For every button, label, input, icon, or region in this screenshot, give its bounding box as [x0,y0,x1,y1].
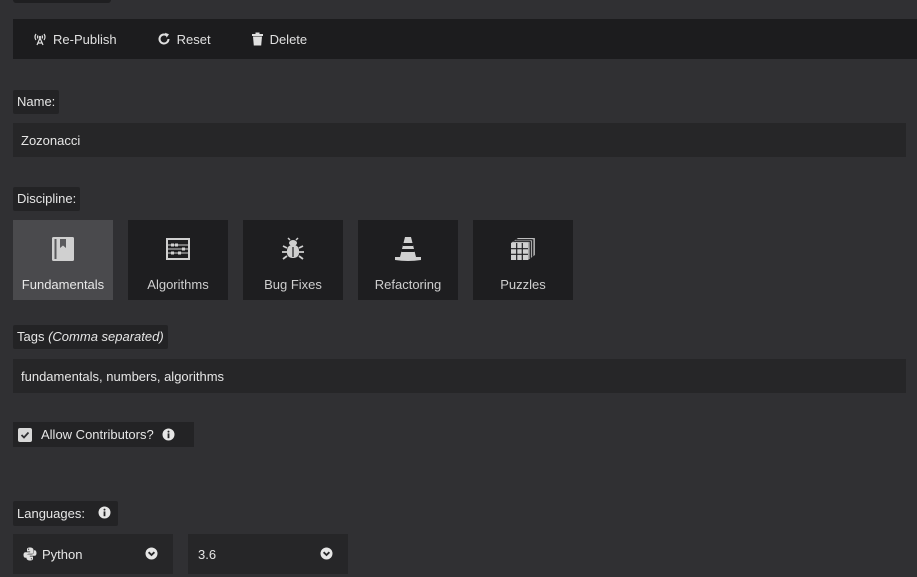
discipline-label-puzzles: Puzzles [500,277,546,292]
broadcast-icon [33,32,47,46]
traffic-cone-icon [394,235,422,263]
kata-editor: Re-Publish Reset Delete Name: Zozonacci … [0,0,917,577]
trash-icon [251,32,264,46]
check-icon [20,431,30,439]
discipline-fundamentals[interactable]: Fundamentals [13,220,113,300]
book-icon [51,235,75,263]
discipline-puzzles[interactable]: Puzzles [473,220,573,300]
discipline-label-refactoring: Refactoring [374,277,442,292]
republish-label: Re-Publish [53,31,117,47]
delete-button[interactable]: Delete [251,19,308,59]
chevron-down-icon [320,547,333,560]
version-select[interactable]: 3.6 [188,534,348,574]
allow-contributors-row: Allow Contributors? [13,422,194,447]
languages-info-icon[interactable] [98,506,111,519]
version-select-value: 3.6 [198,546,217,562]
name-input[interactable] [13,123,906,157]
reset-button[interactable]: Reset [157,19,211,59]
bug-icon [281,235,305,263]
discipline-refactoring[interactable]: Refactoring [358,220,458,300]
discipline-bug-fixes[interactable]: Bug Fixes [243,220,343,300]
allow-contributors-checkbox[interactable] [18,427,32,442]
info-icon[interactable] [162,428,175,441]
language-select[interactable]: Python [13,534,173,574]
allow-contributors-label: Allow Contributors? [41,427,154,442]
discipline-label: Discipline: [13,187,81,211]
python-icon [23,547,37,561]
delete-label: Delete [269,31,308,47]
discipline-algorithms[interactable]: Algorithms [128,220,228,300]
name-label: Name: [13,90,60,114]
discipline-label-bug-fixes: Bug Fixes [264,277,322,292]
language-select-value: Python [42,546,83,562]
discipline-label-fundamentals: Fundamentals [21,277,105,292]
reset-label: Reset [176,31,211,47]
republish-button[interactable]: Re-Publish [33,19,117,59]
action-toolbar: Re-Publish Reset Delete [13,19,917,59]
languages-label: Languages: [13,501,118,526]
refresh-icon [157,32,171,46]
rubiks-cube-icon [509,235,537,263]
top-tab-stub [13,0,111,3]
tags-hint: (Comma separated) [48,329,164,344]
tags-input[interactable] [13,359,906,393]
chevron-down-icon [145,547,158,560]
abacus-icon [166,235,190,263]
tags-label: Tags (Comma separated) [13,325,168,349]
discipline-label-algorithms: Algorithms [147,277,209,292]
